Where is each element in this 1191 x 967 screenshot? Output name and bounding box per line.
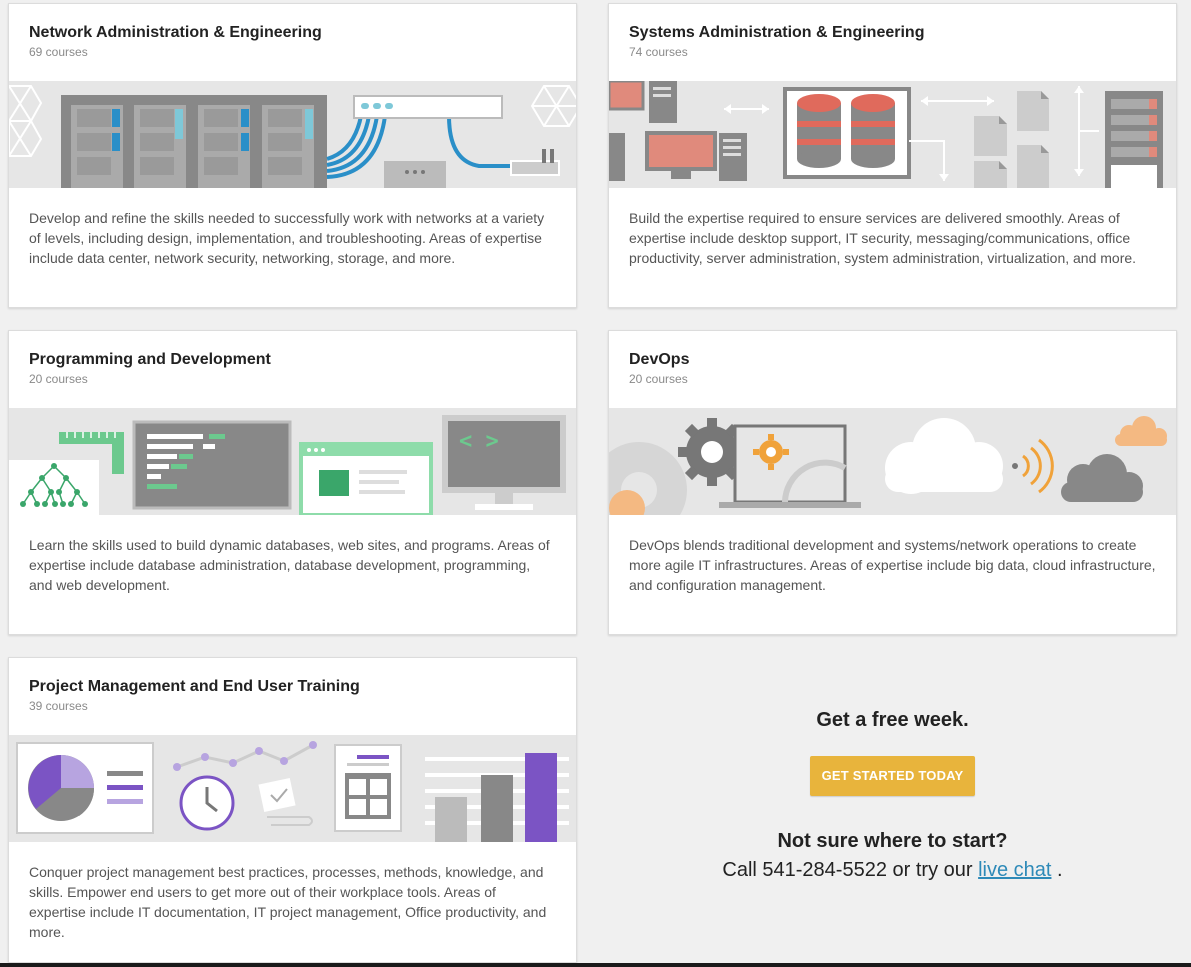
cta-call-text: Call 541-284-5522 or try our bbox=[722, 859, 973, 881]
network-illustration bbox=[9, 81, 576, 188]
course-count: 20 courses bbox=[29, 372, 88, 386]
cta-question: Not sure where to start? bbox=[777, 830, 1008, 852]
card-title[interactable]: Programming and Development bbox=[29, 350, 576, 370]
card-title[interactable]: DevOps bbox=[629, 350, 1176, 370]
svg-text:< >: < > bbox=[459, 429, 499, 454]
programming-illustration: < > bbox=[9, 408, 576, 515]
card-title[interactable]: Project Management and End User Training bbox=[29, 677, 576, 697]
bottom-bar bbox=[0, 963, 1191, 967]
cta-headline: Get a free week. bbox=[816, 709, 969, 731]
card-title[interactable]: Systems Administration & Engineering bbox=[629, 23, 1176, 43]
get-started-button[interactable]: GET STARTED TODAY bbox=[810, 756, 975, 796]
card-description: Develop and refine the skills needed to … bbox=[29, 210, 545, 266]
course-card-project-management[interactable]: Project Management and End User Training… bbox=[8, 657, 577, 963]
cta-contact-line: Call 541-284-5522 or try our live chat . bbox=[608, 859, 1177, 882]
free-week-cta: Get a free week. GET STARTED TODAY Not s… bbox=[608, 657, 1177, 957]
systems-illustration bbox=[609, 81, 1176, 188]
course-card-network[interactable]: Network Administration & Engineering 69 … bbox=[8, 3, 577, 308]
live-chat-link[interactable]: live chat bbox=[978, 859, 1051, 881]
card-description: Build the expertise required to ensure s… bbox=[629, 210, 1137, 266]
card-description: DevOps blends traditional development an… bbox=[629, 537, 1156, 593]
course-count: 39 courses bbox=[29, 699, 88, 713]
devops-illustration bbox=[609, 408, 1176, 515]
project-management-illustration bbox=[9, 735, 576, 842]
cta-call-suffix: . bbox=[1057, 859, 1063, 881]
card-title[interactable]: Network Administration & Engineering bbox=[29, 23, 576, 43]
course-count: 69 courses bbox=[29, 45, 88, 59]
card-description: Conquer project management best practice… bbox=[29, 864, 547, 940]
course-count: 20 courses bbox=[629, 372, 688, 386]
course-card-devops[interactable]: DevOps 20 courses DevOps blends traditio… bbox=[608, 330, 1177, 635]
card-description: Learn the skills used to build dynamic d… bbox=[29, 537, 550, 593]
course-card-programming[interactable]: Programming and Development 20 courses <… bbox=[8, 330, 577, 635]
course-card-systems[interactable]: Systems Administration & Engineering 74 … bbox=[608, 3, 1177, 308]
course-count: 74 courses bbox=[629, 45, 688, 59]
